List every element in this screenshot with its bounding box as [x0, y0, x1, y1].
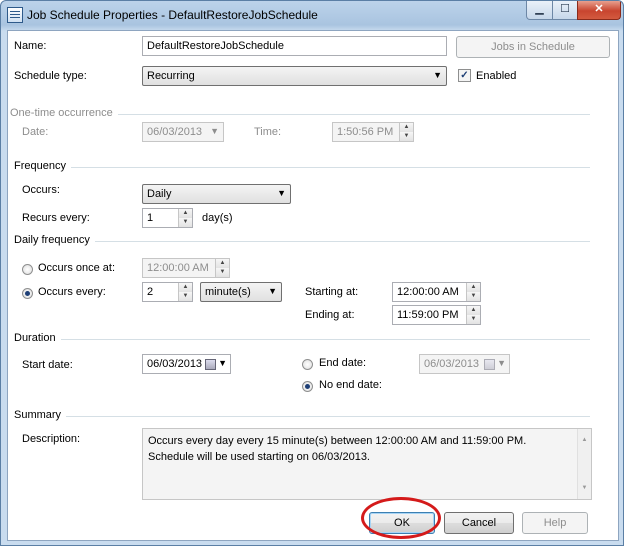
dialog-window: Job Schedule Properties - DefaultRestore…	[0, 0, 624, 546]
once-spinner[interactable]: ▲ ▼	[215, 259, 229, 277]
description-label: Description:	[22, 433, 81, 445]
close-button[interactable]: ✕	[577, 1, 621, 20]
title-bar[interactable]: Job Schedule Properties - DefaultRestore…	[1, 1, 623, 29]
chevron-down-icon: ▼	[277, 188, 286, 198]
calendar-icon[interactable]	[205, 359, 216, 370]
recurs-every-field[interactable]: 1 ▲ ▼	[142, 208, 193, 228]
summary-section-label: Summary	[14, 409, 67, 421]
summary-divider	[14, 416, 590, 417]
interval-unit-value: minute(s)	[205, 286, 251, 298]
daily-frequency-divider	[14, 241, 590, 242]
occurs-label: Occurs:	[22, 184, 60, 196]
description-scrollbar[interactable]: ▲ ▼	[577, 429, 591, 499]
chevron-down-icon: ▼	[268, 286, 277, 296]
description-box[interactable]: Occurs every day every 15 minute(s) betw…	[142, 428, 592, 500]
recurs-every-label: Recurs every:	[22, 212, 90, 224]
ending-spinner[interactable]: ▲ ▼	[466, 306, 480, 324]
enabled-label: Enabled	[476, 70, 517, 82]
occurs-every-label: Occurs every:	[38, 286, 106, 298]
occurs-once-label: Occurs once at:	[38, 262, 116, 274]
jobs-in-schedule-button[interactable]: Jobs in Schedule	[456, 36, 610, 58]
starting-at-value: 12:00:00 AM	[397, 286, 459, 298]
start-date-value: 06/03/2013	[147, 358, 203, 370]
start-date-label: Start date:	[22, 359, 73, 371]
occurs-value: Daily	[147, 188, 172, 200]
recurs-every-value: 1	[147, 212, 154, 224]
end-date-radio[interactable]	[302, 359, 313, 370]
schedule-type-label: Schedule type:	[14, 70, 87, 82]
spin-down-icon[interactable]: ▼	[467, 292, 480, 301]
enabled-checkbox[interactable]: ✓	[458, 69, 471, 82]
end-date-value: 06/03/2013	[424, 358, 480, 370]
name-field[interactable]: DefaultRestoreJobSchedule	[142, 36, 447, 56]
start-date-picker[interactable]: 06/03/2013 ▼	[142, 354, 231, 374]
scroll-down-icon[interactable]: ▼	[578, 480, 591, 496]
one-time-date-label: Date:	[22, 126, 49, 138]
spin-down-icon[interactable]: ▼	[400, 132, 413, 141]
one-time-section-label: One-time occurrence	[10, 107, 118, 119]
frequency-divider	[14, 167, 590, 168]
end-date-picker[interactable]: 06/03/2013 ▼	[419, 354, 510, 374]
one-time-date-picker[interactable]: 06/03/2013 ▼	[142, 122, 224, 142]
spin-down-icon[interactable]: ▼	[467, 315, 480, 324]
every-spinner[interactable]: ▲ ▼	[178, 283, 192, 301]
occurs-every-field[interactable]: 2 ▲ ▼	[142, 282, 193, 302]
schedule-type-value: Recurring	[147, 70, 195, 82]
frequency-section-label: Frequency	[14, 160, 71, 172]
annotation-highlight-circle	[361, 497, 441, 539]
name-label: Name:	[14, 40, 47, 52]
end-date-label: End date:	[319, 357, 367, 369]
one-time-date-value: 06/03/2013	[147, 126, 203, 138]
ending-at-label: Ending at:	[305, 309, 355, 321]
schedule-type-select[interactable]: Recurring ▼	[142, 66, 447, 86]
calendar-icon[interactable]	[484, 359, 495, 370]
spin-down-icon[interactable]: ▼	[179, 218, 192, 227]
chevron-down-icon: ▼	[210, 126, 219, 136]
minimize-button[interactable]: ▁	[526, 1, 553, 20]
ending-at-value: 11:59:00 PM	[397, 309, 459, 321]
scroll-up-icon[interactable]: ▲	[578, 432, 591, 448]
schedule-app-icon	[7, 7, 23, 23]
one-time-time-label: Time:	[254, 126, 282, 138]
daily-frequency-section-label: Daily frequency	[14, 234, 95, 246]
spin-down-icon[interactable]: ▼	[179, 292, 192, 301]
window-title: Job Schedule Properties - DefaultRestore…	[27, 8, 318, 22]
occurs-every-radio[interactable]	[22, 288, 33, 299]
occurs-once-radio[interactable]	[22, 264, 33, 275]
starting-spinner[interactable]: ▲ ▼	[466, 283, 480, 301]
starting-at-label: Starting at:	[305, 286, 359, 298]
no-end-date-radio[interactable]	[302, 381, 313, 392]
occurs-select[interactable]: Daily ▼	[142, 184, 291, 204]
no-end-date-label: No end date:	[319, 379, 382, 391]
interval-unit-select[interactable]: minute(s) ▼	[200, 282, 282, 302]
dialog-body: Name: DefaultRestoreJobSchedule Jobs in …	[7, 30, 619, 541]
help-button[interactable]: Help	[522, 512, 588, 534]
recurs-spinner[interactable]: ▲ ▼	[178, 209, 192, 227]
chevron-down-icon[interactable]: ▼	[218, 358, 227, 368]
starting-at-field[interactable]: 12:00:00 AM ▲ ▼	[392, 282, 481, 302]
occurs-every-value: 2	[147, 286, 154, 298]
description-text: Occurs every day every 15 minute(s) betw…	[148, 435, 527, 463]
chevron-down-icon[interactable]: ▼	[497, 358, 506, 368]
duration-section-label: Duration	[14, 332, 61, 344]
ending-at-field[interactable]: 11:59:00 PM ▲ ▼	[392, 305, 481, 325]
cancel-button[interactable]: Cancel	[444, 512, 514, 534]
maximize-button[interactable]: ☐	[552, 1, 578, 20]
spin-down-icon[interactable]: ▼	[216, 268, 229, 277]
duration-divider	[14, 339, 590, 340]
time-spinner[interactable]: ▲ ▼	[399, 123, 413, 141]
one-time-time-value: 1:50:56 PM	[337, 126, 394, 138]
chevron-down-icon: ▼	[433, 70, 442, 80]
occurs-once-time-field[interactable]: 12:00:00 AM ▲ ▼	[142, 258, 230, 278]
occurs-once-time-value: 12:00:00 AM	[147, 262, 209, 274]
one-time-time-field[interactable]: 1:50:56 PM ▲ ▼	[332, 122, 414, 142]
recurs-unit-label: day(s)	[202, 212, 233, 224]
